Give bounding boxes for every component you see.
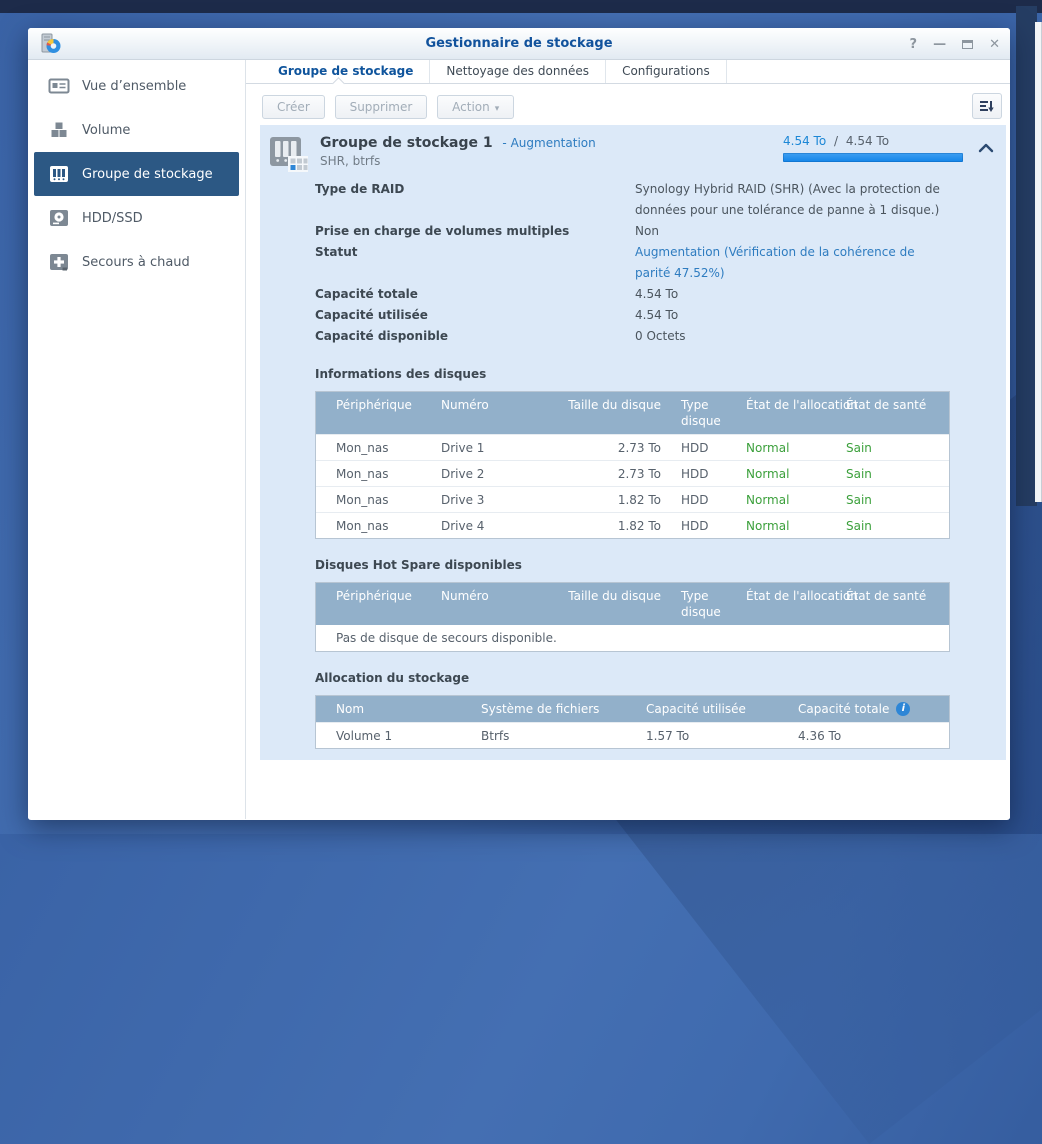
sidebar-item-hot-spare[interactable]: Secours à chaud <box>34 240 239 284</box>
volume-icon <box>48 119 70 141</box>
sidebar-item-label: Secours à chaud <box>82 255 190 270</box>
delete-button[interactable]: Supprimer <box>335 95 428 119</box>
collapse-chevron-up-icon[interactable] <box>978 142 994 154</box>
disk-info-heading: Informations des disques <box>315 367 1006 381</box>
help-icon[interactable]: ? <box>910 38 918 51</box>
capacity-bar <box>783 153 963 162</box>
storage-pool-icon <box>48 163 70 185</box>
background-window-sliver <box>1035 22 1042 502</box>
storage-pool-panel: Groupe de stockage 1 - Augmentation SHR,… <box>260 125 1006 760</box>
sort-button[interactable] <box>972 93 1002 119</box>
pool-icon <box>266 132 310 176</box>
table-header: Nom Système de fichiers Capacité utilisé… <box>316 696 949 722</box>
window-title: Gestionnaire de stockage <box>28 28 1010 60</box>
table-row[interactable]: Volume 1 Btrfs 1.57 To 4.36 To <box>316 722 949 748</box>
tab-storage-pool[interactable]: Groupe de stockage <box>262 60 430 83</box>
table-header: Périphérique Numéro Taille du disque Typ… <box>316 583 949 625</box>
table-row[interactable]: Mon_nas Drive 1 2.73 To HDD Normal Sain <box>316 434 949 460</box>
sidebar-item-label: Groupe de stockage <box>82 167 213 182</box>
info-icon[interactable]: i <box>896 702 910 716</box>
hot-spare-heading: Disques Hot Spare disponibles <box>315 558 1006 572</box>
sidebar-item-label: Volume <box>82 123 130 138</box>
titlebar[interactable]: Gestionnaire de stockage ? — ✕ <box>28 28 1010 60</box>
sidebar-item-label: Vue d’ensemble <box>82 79 186 94</box>
hdd-icon <box>48 207 70 229</box>
sidebar-item-label: HDD/SSD <box>82 211 143 226</box>
storage-manager-window: Gestionnaire de stockage ? — ✕ Vue d’ens… <box>28 28 1010 820</box>
hot-spare-icon <box>48 251 70 273</box>
table-row[interactable]: Mon_nas Drive 3 1.82 To HDD Normal Sain <box>316 486 949 512</box>
capacity-total: 4.54 To <box>846 134 889 148</box>
maximize-icon[interactable] <box>962 40 973 49</box>
minimize-icon[interactable]: — <box>933 38 946 51</box>
table-row[interactable]: Mon_nas Drive 4 1.82 To HDD Normal Sain <box>316 512 949 538</box>
detail-row: Statut Augmentation (Vérification de la … <box>315 242 1006 284</box>
create-button[interactable]: Créer <box>262 95 325 119</box>
capacity-used: 4.54 To <box>783 134 826 148</box>
content-area: Groupe de stockage Nettoyage des données… <box>246 60 1010 819</box>
action-button[interactable]: Action▾ <box>437 95 514 119</box>
desktop-top-strip <box>0 0 1042 13</box>
pool-header: Groupe de stockage 1 - Augmentation SHR,… <box>260 125 1006 175</box>
tab-configurations[interactable]: Configurations <box>606 60 727 83</box>
hot-spare-empty-message: Pas de disque de secours disponible. <box>316 625 949 651</box>
detail-row: Type de RAID Synology Hybrid RAID (SHR) … <box>315 179 1006 221</box>
close-icon[interactable]: ✕ <box>989 38 1000 51</box>
pool-status-tag: - Augmentation <box>502 136 595 150</box>
allocation-heading: Allocation du stockage <box>315 671 1006 685</box>
sidebar-item-hdd-ssd[interactable]: HDD/SSD <box>34 196 239 240</box>
overview-icon <box>48 75 70 97</box>
table-header: Périphérique Numéro Taille du disque Typ… <box>316 392 949 434</box>
sidebar-item-overview[interactable]: Vue d’ensemble <box>34 64 239 108</box>
detail-row: Capacité totale 4.54 To <box>315 284 1006 305</box>
pool-title: Groupe de stockage 1 <box>320 135 493 151</box>
table-row[interactable]: Mon_nas Drive 2 2.73 To HDD Normal Sain <box>316 460 949 486</box>
allocation-table: Nom Système de fichiers Capacité utilisé… <box>315 695 950 749</box>
detail-row: Capacité utilisée 4.54 To <box>315 305 1006 326</box>
hot-spare-table: Périphérique Numéro Taille du disque Typ… <box>315 582 950 652</box>
sidebar-item-volume[interactable]: Volume <box>34 108 239 152</box>
detail-row: Prise en charge de volumes multiples Non <box>315 221 1006 242</box>
toolbar: Créer Supprimer Action▾ <box>246 84 1010 125</box>
sidebar: Vue d’ensemble Volume <box>28 60 246 819</box>
background-window-edge <box>1016 6 1037 506</box>
tab-data-scrubbing[interactable]: Nettoyage des données <box>430 60 606 83</box>
pool-details: Type de RAID Synology Hybrid RAID (SHR) … <box>315 179 1006 347</box>
capacity-separator: / <box>834 134 838 148</box>
sort-icon <box>979 99 995 113</box>
tab-bar: Groupe de stockage Nettoyage des données… <box>246 60 1010 84</box>
chevron-down-icon: ▾ <box>495 104 500 114</box>
capacity-block: 4.54 To / 4.54 To <box>783 134 963 162</box>
sidebar-item-storage-pool[interactable]: Groupe de stockage <box>34 152 239 196</box>
disk-info-table: Périphérique Numéro Taille du disque Typ… <box>315 391 950 539</box>
detail-row: Capacité disponible 0 Octets <box>315 326 1006 347</box>
